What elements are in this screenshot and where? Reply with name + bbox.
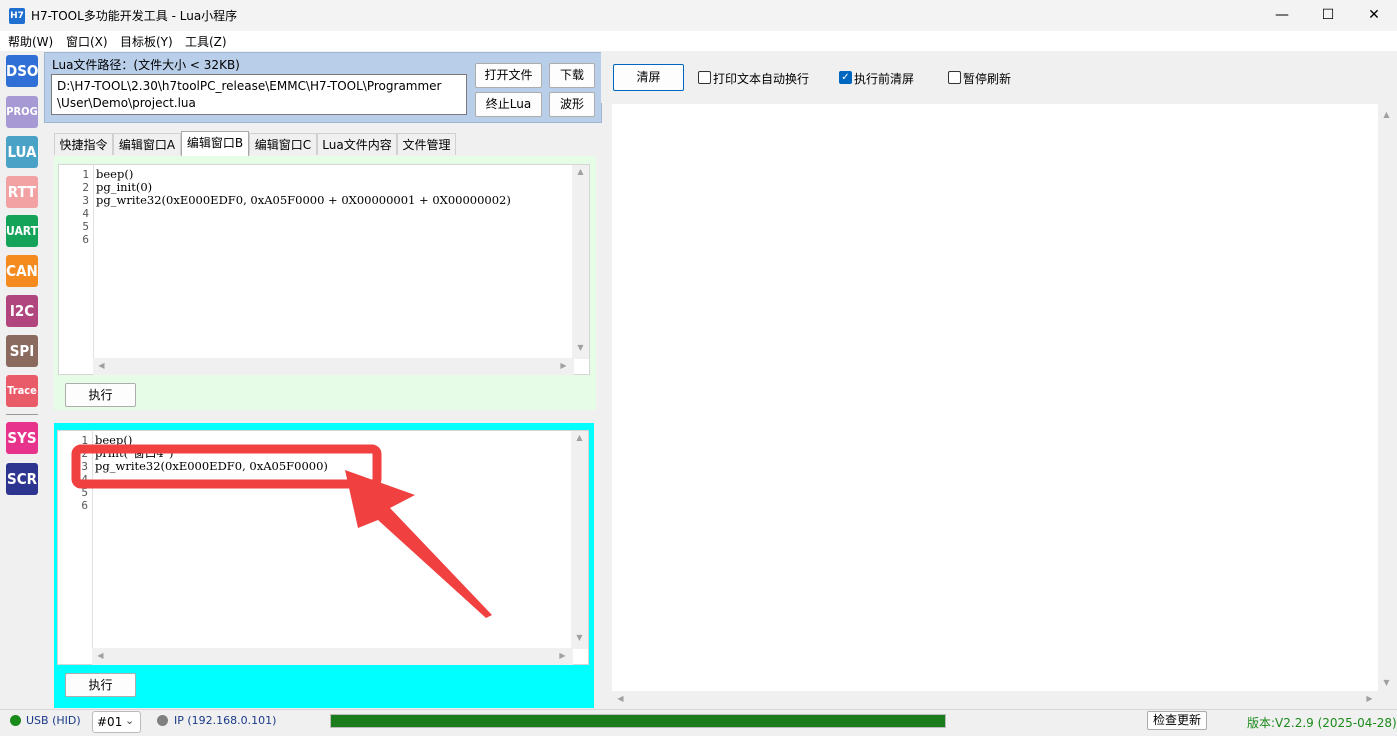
sidebar-divider bbox=[6, 414, 38, 415]
menu-window[interactable]: 窗口(X) bbox=[66, 33, 108, 50]
sidebar-rtt-button[interactable]: RTT bbox=[6, 176, 38, 208]
stop-lua-button[interactable]: 终止Lua bbox=[475, 92, 542, 117]
annotation-highlight-box bbox=[71, 444, 382, 489]
scroll-up-icon[interactable]: ▲ bbox=[572, 167, 589, 176]
editor-a-line-numbers: 1 2 3 4 5 6 bbox=[82, 168, 89, 246]
window-title: H7-TOOL多功能开发工具 - Lua小程序 bbox=[31, 9, 238, 23]
scroll-up-icon[interactable]: ▲ bbox=[571, 433, 588, 442]
clear-screen-button[interactable]: 清屏 bbox=[613, 64, 684, 91]
usb-status-label: USB (HID) bbox=[26, 714, 81, 727]
tab-editor-c[interactable]: 编辑窗口C bbox=[249, 133, 317, 155]
tab-editor-a[interactable]: 编辑窗口A bbox=[113, 133, 181, 155]
editor-a-code[interactable]: beep() pg_init(0) pg_write32(0xE000EDF0,… bbox=[96, 168, 511, 207]
auto-wrap-checkbox[interactable] bbox=[698, 71, 711, 84]
chevron-down-icon: ⌄ bbox=[125, 714, 135, 727]
check-update-button[interactable]: 检查更新 bbox=[1147, 711, 1207, 730]
app-icon: H7 bbox=[9, 8, 25, 24]
sidebar-can-button[interactable]: CAN bbox=[6, 255, 38, 287]
editor-a[interactable]: 1 2 3 4 5 6 beep() pg_init(0) pg_write32… bbox=[58, 164, 590, 375]
ip-status-label: IP (192.168.0.101) bbox=[174, 714, 277, 727]
editor-a-horizontal-scrollbar[interactable]: ◀ ▶ bbox=[93, 358, 574, 375]
open-file-button[interactable]: 打开文件 bbox=[475, 63, 542, 88]
auto-wrap-label: 打印文本自动换行 bbox=[713, 72, 810, 86]
device-select-value: #01 bbox=[97, 715, 123, 729]
scroll-right-icon[interactable]: ▶ bbox=[555, 361, 572, 370]
tab-editor-b[interactable]: 编辑窗口B bbox=[181, 131, 249, 156]
clear-before-run-label: 执行前清屏 bbox=[854, 72, 915, 86]
tab-file-manager[interactable]: 文件管理 bbox=[397, 133, 456, 155]
pause-refresh-label: 暂停刷新 bbox=[963, 72, 1012, 86]
tab-quick-commands[interactable]: 快捷指令 bbox=[54, 133, 113, 155]
device-select[interactable]: #01 ⌄ bbox=[92, 711, 141, 733]
scroll-left-icon[interactable]: ◀ bbox=[92, 651, 109, 660]
editor-b-vertical-scrollbar[interactable]: ▲ ▼ bbox=[571, 431, 588, 649]
editor-a-gutter-divider bbox=[93, 165, 94, 359]
run-editor-b-button[interactable]: 执行 bbox=[65, 673, 136, 697]
progress-fill bbox=[331, 715, 945, 727]
maximize-button[interactable]: ☐ bbox=[1305, 0, 1351, 31]
output-console[interactable] bbox=[612, 104, 1378, 692]
sidebar-lua-button[interactable]: LUA bbox=[6, 136, 38, 168]
menu-help[interactable]: 帮助(W) bbox=[8, 33, 53, 50]
editor-a-vertical-scrollbar[interactable]: ▲ ▼ bbox=[572, 165, 589, 359]
progress-bar bbox=[330, 714, 946, 728]
sidebar-spi-button[interactable]: SPI bbox=[6, 335, 38, 367]
annotation-arrow-icon bbox=[345, 470, 492, 618]
version-label: 版本:V2.2.9 (2025-04-28) bbox=[1247, 716, 1397, 730]
ip-status-dot bbox=[157, 715, 168, 726]
output-vertical-scrollbar[interactable]: ▲ ▼ bbox=[1378, 104, 1395, 708]
clear-before-run-checkbox[interactable]: ✓ bbox=[839, 71, 852, 84]
scroll-left-icon[interactable]: ◀ bbox=[93, 361, 110, 370]
sidebar-trace-button[interactable]: Trace bbox=[6, 375, 38, 407]
scroll-down-icon[interactable]: ▼ bbox=[571, 633, 588, 642]
download-button[interactable]: 下载 bbox=[549, 63, 595, 88]
annotation-overlay bbox=[71, 444, 492, 618]
lua-path-field[interactable]: D:\H7-TOOL\2.30\h7toolPC_release\EMMC\H7… bbox=[51, 74, 467, 115]
tab-lua-file-content[interactable]: Lua文件内容 bbox=[317, 133, 397, 155]
scroll-up-icon[interactable]: ▲ bbox=[1378, 110, 1395, 119]
lua-path-label: Lua文件路径：(文件大小 < 32KB) bbox=[52, 58, 240, 72]
scroll-right-icon[interactable]: ▶ bbox=[1361, 694, 1378, 703]
sidebar-i2c-button[interactable]: I2C bbox=[6, 295, 38, 327]
scroll-down-icon[interactable]: ▼ bbox=[572, 343, 589, 352]
waveform-button[interactable]: 波形 bbox=[549, 92, 595, 117]
usb-status-dot bbox=[10, 715, 21, 726]
sidebar-uart-button[interactable]: UART bbox=[6, 215, 38, 247]
sidebar-sys-button[interactable]: SYS bbox=[6, 422, 38, 454]
menu-target-board[interactable]: 目标板(Y) bbox=[120, 33, 173, 50]
scroll-right-icon[interactable]: ▶ bbox=[554, 651, 571, 660]
sidebar-scr-button[interactable]: SCR bbox=[6, 463, 38, 495]
output-horizontal-scrollbar[interactable]: ◀ ▶ bbox=[612, 691, 1378, 708]
editor-b-horizontal-scrollbar[interactable]: ◀ ▶ bbox=[92, 648, 573, 665]
run-editor-a-button[interactable]: 执行 bbox=[65, 383, 136, 407]
minimize-button[interactable]: — bbox=[1259, 0, 1305, 31]
menu-tools[interactable]: 工具(Z) bbox=[185, 33, 227, 50]
sidebar-prog-button[interactable]: PROG bbox=[6, 96, 38, 128]
close-button[interactable]: ✕ bbox=[1351, 0, 1397, 31]
sidebar-dso-button[interactable]: DSO bbox=[6, 55, 38, 87]
scroll-left-icon[interactable]: ◀ bbox=[612, 694, 629, 703]
pause-refresh-checkbox[interactable] bbox=[948, 71, 961, 84]
scroll-down-icon[interactable]: ▼ bbox=[1378, 678, 1395, 687]
